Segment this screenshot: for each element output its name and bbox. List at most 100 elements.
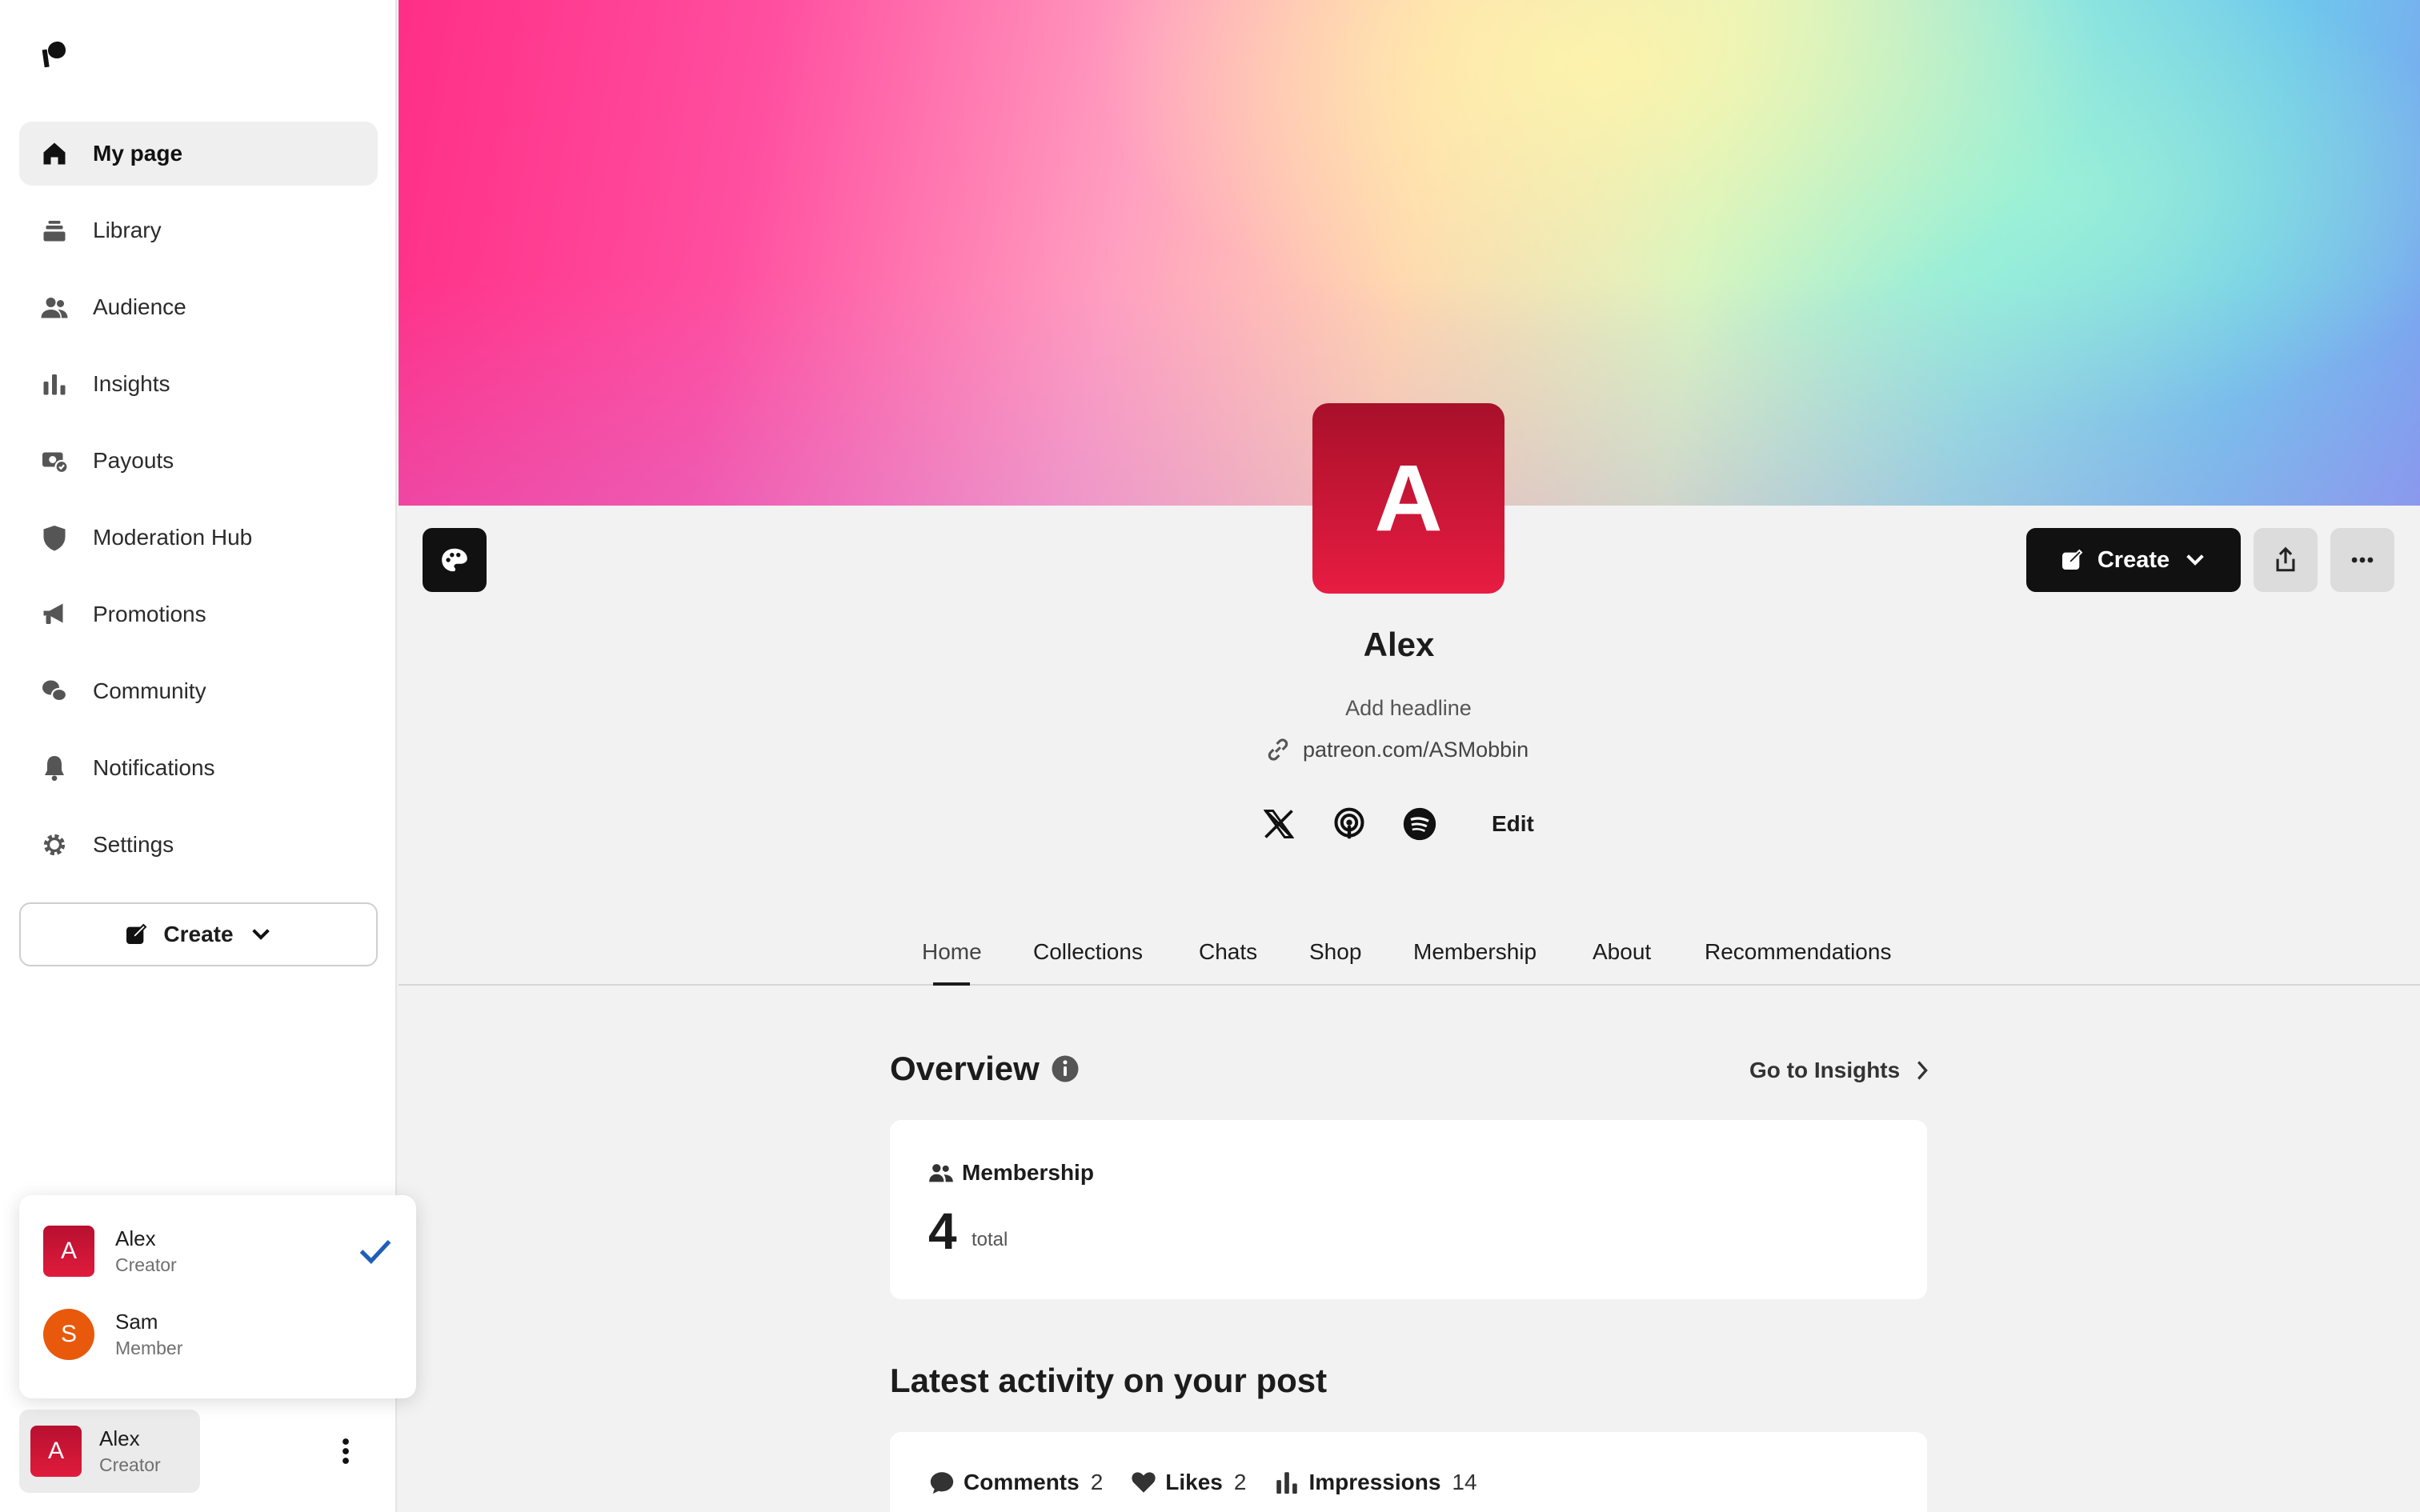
sidebar-nav: My page Library Audience Insights Payout… [19,122,378,890]
bar-chart-icon [1276,1472,1298,1494]
tab-active-indicator [933,982,970,986]
profile-url-link[interactable]: patreon.com/ASMobbin [1264,736,1529,763]
profile-url-text: patreon.com/ASMobbin [1303,737,1529,762]
sidebar-create-label: Create [163,922,234,946]
likes-stat: Likes 2 [1130,1469,1246,1496]
account-role: Creator [99,1454,161,1475]
membership-card[interactable]: Membership 4 total [890,1120,1927,1299]
x-icon[interactable] [1261,806,1296,842]
comments-label: Comments [964,1470,1080,1494]
avatar: A [30,1426,82,1477]
sidebar-item-label: Promotions [93,602,206,626]
account-name: Alex [115,1226,156,1250]
likes-label: Likes [1165,1470,1223,1494]
account-info: Alex Creator [115,1226,177,1276]
impressions-stat: Impressions 14 [1273,1469,1477,1496]
creator-avatar[interactable]: A [1312,403,1504,594]
more-options-button[interactable] [2330,528,2394,592]
go-to-insights-link[interactable]: Go to Insights [1749,1058,1930,1083]
activity-card[interactable]: Comments 2 Likes 2 Impressions 14 [890,1432,1927,1512]
edit-socials-link[interactable]: Edit [1492,811,1534,837]
go-to-insights-label: Go to Insights [1749,1058,1901,1082]
sidebar-item-settings[interactable]: Settings [19,813,378,877]
sidebar-item-audience[interactable]: Audience [19,275,378,339]
shield-icon [38,522,70,554]
create-label: Create [2097,546,2170,573]
account-info: Alex Creator [99,1426,161,1476]
spotify-icon[interactable] [1402,806,1437,842]
sidebar-item-label: Community [93,678,206,703]
podcast-icon[interactable] [1332,806,1367,842]
theme-button[interactable] [423,528,487,592]
sidebar-item-label: Settings [93,832,174,857]
activity-stats: Comments 2 Likes 2 Impressions 14 [928,1469,1504,1496]
membership-total-label: total [972,1229,1008,1250]
sidebar-item-promotions[interactable]: Promotions [19,582,378,646]
tab-home[interactable]: Home [922,939,982,984]
link-icon [1268,738,1288,761]
sidebar-item-notifications[interactable]: Notifications [19,736,378,800]
sidebar-item-label: Insights [93,371,170,396]
membership-header: Membership [928,1160,1094,1186]
tab-shop[interactable]: Shop [1309,939,1361,984]
sidebar-item-moderation-hub[interactable]: Moderation Hub [19,506,378,570]
tab-about[interactable]: About [1593,939,1651,984]
tab-membership[interactable]: Membership [1413,939,1537,984]
tab-recommendations[interactable]: Recommendations [1705,939,1891,984]
sidebar-item-label: Payouts [93,448,174,473]
create-button[interactable]: Create [2026,528,2241,592]
chevron-down-icon [251,929,270,940]
edit-icon [126,923,147,944]
share-button[interactable] [2254,528,2318,592]
patreon-logo-icon[interactable] [40,40,69,69]
sidebar-create-button[interactable]: Create [19,902,378,966]
more-horizontal-icon [2351,557,2374,563]
avatar: A [43,1226,94,1277]
info-icon[interactable] [1051,1054,1080,1083]
bar-chart-icon [38,368,70,400]
social-links: Edit [1261,806,1534,842]
sidebar-item-label: Notifications [93,755,215,780]
edit-icon [2061,549,2083,570]
audience-icon [38,291,70,323]
membership-count: 4 [928,1202,957,1260]
tab-collections[interactable]: Collections [1033,939,1143,984]
add-headline-link[interactable]: Add headline [1200,696,1617,721]
latest-activity-heading: Latest activity on your post [890,1362,1328,1399]
checkmark-icon [359,1239,391,1265]
sidebar-item-payouts[interactable]: Payouts [19,429,378,493]
account-option-sam[interactable]: S Sam Member [43,1309,392,1360]
account-option-alex[interactable]: A Alex Creator [43,1226,392,1277]
share-icon [2276,546,2295,572]
impressions-value: 14 [1452,1470,1477,1494]
profile-tabs: Home Collections Chats Shop Membership A… [399,928,2420,986]
account-role: Member [115,1338,183,1358]
bell-icon [38,752,70,784]
heart-icon [1132,1472,1156,1493]
sidebar-item-my-page[interactable]: My page [19,122,378,186]
creator-name: Alex [1363,626,1435,663]
members-icon [929,1164,953,1182]
library-icon [38,214,70,246]
chevron-right-icon [1917,1061,1929,1080]
overview-heading: Overview [890,1050,1080,1088]
membership-label: Membership [962,1160,1094,1185]
tab-chats[interactable]: Chats [1199,939,1257,984]
palette-icon [442,548,467,572]
sidebar-item-insights[interactable]: Insights [19,352,378,416]
account-info: Sam Member [115,1310,182,1359]
comment-icon [930,1472,954,1494]
account-switcher-popup: A Alex Creator S Sam Member [19,1195,416,1398]
account-name: Sam [115,1310,158,1334]
sidebar-item-label: Audience [93,294,186,319]
more-vertical-icon[interactable] [336,1437,355,1466]
account-name: Alex [99,1426,140,1450]
avatar: S [43,1309,94,1360]
overview-title: Overview [890,1050,1040,1087]
sidebar-item-label: Moderation Hub [93,525,253,550]
sidebar-item-library[interactable]: Library [19,198,378,262]
sidebar-item-community[interactable]: Community [19,659,378,723]
chevron-down-icon [2186,554,2204,566]
current-account-button[interactable]: A Alex Creator [19,1410,200,1493]
chat-bubbles-icon [38,675,70,707]
